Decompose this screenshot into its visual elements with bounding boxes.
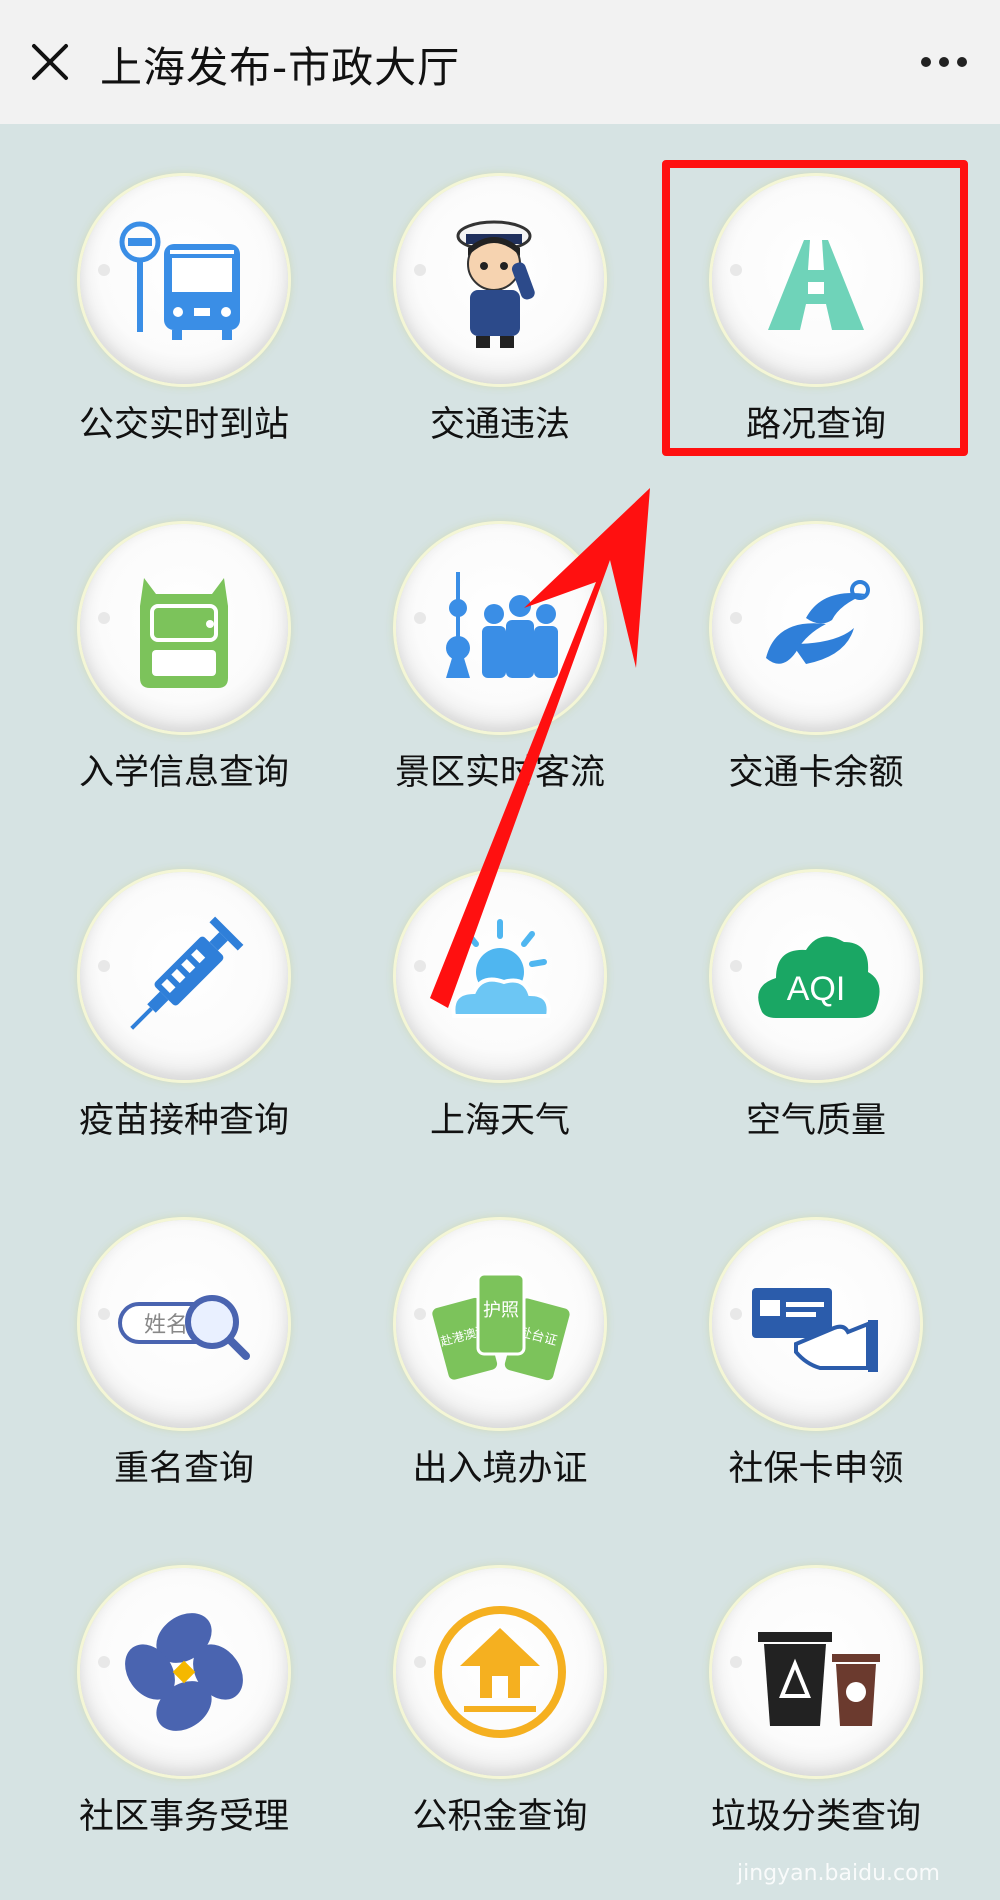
- tile-bubble: [80, 1568, 288, 1776]
- more-dots-icon[interactable]: [918, 52, 970, 72]
- name-search-text: 姓名: [144, 1313, 188, 1338]
- name-search-icon: 姓名: [118, 1295, 250, 1360]
- tile-scenic-crowd[interactable]: 景区实时客流: [350, 472, 650, 802]
- tile-duplicate-name[interactable]: 姓名 重名查询: [34, 1168, 334, 1498]
- tile-label: 公积金查询: [412, 1797, 588, 1837]
- travel-documents-icon: 赴港澳证 赴台证 护照: [432, 1272, 570, 1381]
- tile-label: 上海天气: [429, 1101, 570, 1141]
- tile-bubble: [396, 524, 604, 732]
- tile-bubble: AQI: [712, 872, 920, 1080]
- trash-bins-icon: [758, 1632, 880, 1726]
- backpack-icon: [140, 578, 228, 688]
- tile-label: 景区实时客流: [394, 753, 605, 793]
- bus-stop-icon: [119, 221, 240, 340]
- tile-transport-card-balance[interactable]: 交通卡余额: [666, 472, 966, 802]
- aqi-text: AQI: [787, 970, 846, 1008]
- tile-bubble: [80, 872, 288, 1080]
- tile-community-affairs[interactable]: 社区事务受理: [34, 1516, 334, 1846]
- tile-vaccine-query[interactable]: 疫苗接种查询: [34, 820, 334, 1150]
- tile-label: 出入境办证: [412, 1449, 588, 1489]
- card-hand-icon: [752, 1288, 878, 1372]
- highlight-box: [662, 160, 968, 456]
- tile-label: 空气质量: [745, 1101, 886, 1141]
- tile-bubble: [396, 872, 604, 1080]
- tile-bubble: [80, 176, 288, 384]
- tile-bubble: 赴港澳证 赴台证 护照: [396, 1220, 604, 1428]
- tile-label: 疫苗接种查询: [78, 1101, 289, 1141]
- crowd-tower-icon: [446, 572, 558, 678]
- document-2-text: 护照: [483, 1300, 519, 1321]
- tile-label: 入学信息查询: [78, 753, 289, 793]
- tile-bubble: [396, 176, 604, 384]
- tile-label: 交通卡余额: [728, 753, 904, 793]
- syringe-icon: [130, 916, 244, 1030]
- tile-shanghai-weather[interactable]: 上海天气: [350, 820, 650, 1150]
- tile-school-admission[interactable]: 入学信息查询: [34, 472, 334, 802]
- traffic-police-icon: [456, 220, 535, 348]
- tile-traffic-violation[interactable]: 交通违法: [350, 124, 650, 454]
- tile-label: 社区事务受理: [78, 1797, 289, 1837]
- weather-icon: [451, 919, 551, 1018]
- tile-garbage-sorting[interactable]: 垃圾分类查询: [666, 1516, 966, 1846]
- tile-bubble: [80, 524, 288, 732]
- tile-label: 公交实时到站: [78, 405, 289, 445]
- tile-housing-fund[interactable]: 公积金查询: [350, 1516, 650, 1846]
- tile-air-quality[interactable]: AQI 空气质量: [666, 820, 966, 1150]
- page-title: 上海发布-市政大厅: [100, 43, 461, 92]
- tile-label: 社保卡申领: [728, 1449, 904, 1489]
- tile-bus-realtime[interactable]: 公交实时到站: [34, 124, 334, 454]
- tile-label: 垃圾分类查询: [710, 1797, 921, 1837]
- tile-bubble: [712, 524, 920, 732]
- top-bar: 上海发布-市政大厅: [0, 0, 1000, 124]
- aqi-cloud-icon: AQI: [758, 936, 880, 1018]
- tile-label: 重名查询: [113, 1449, 254, 1489]
- tile-bubble: [712, 1568, 920, 1776]
- tile-bubble: [396, 1568, 604, 1776]
- close-icon[interactable]: [28, 40, 72, 84]
- tile-bubble: [712, 1220, 920, 1428]
- transport-card-logo-icon: [766, 580, 870, 664]
- community-logo-icon: [125, 1613, 243, 1731]
- tile-social-security-card[interactable]: 社保卡申领: [666, 1168, 966, 1498]
- tile-exit-entry-permits[interactable]: 赴港澳证 赴台证 护照 出入境办证: [350, 1168, 650, 1498]
- tile-bubble: 姓名: [80, 1220, 288, 1428]
- housing-fund-icon: [434, 1606, 566, 1738]
- tile-label: 交通违法: [429, 405, 570, 445]
- watermark: jingyan.baidu.com: [736, 1861, 940, 1886]
